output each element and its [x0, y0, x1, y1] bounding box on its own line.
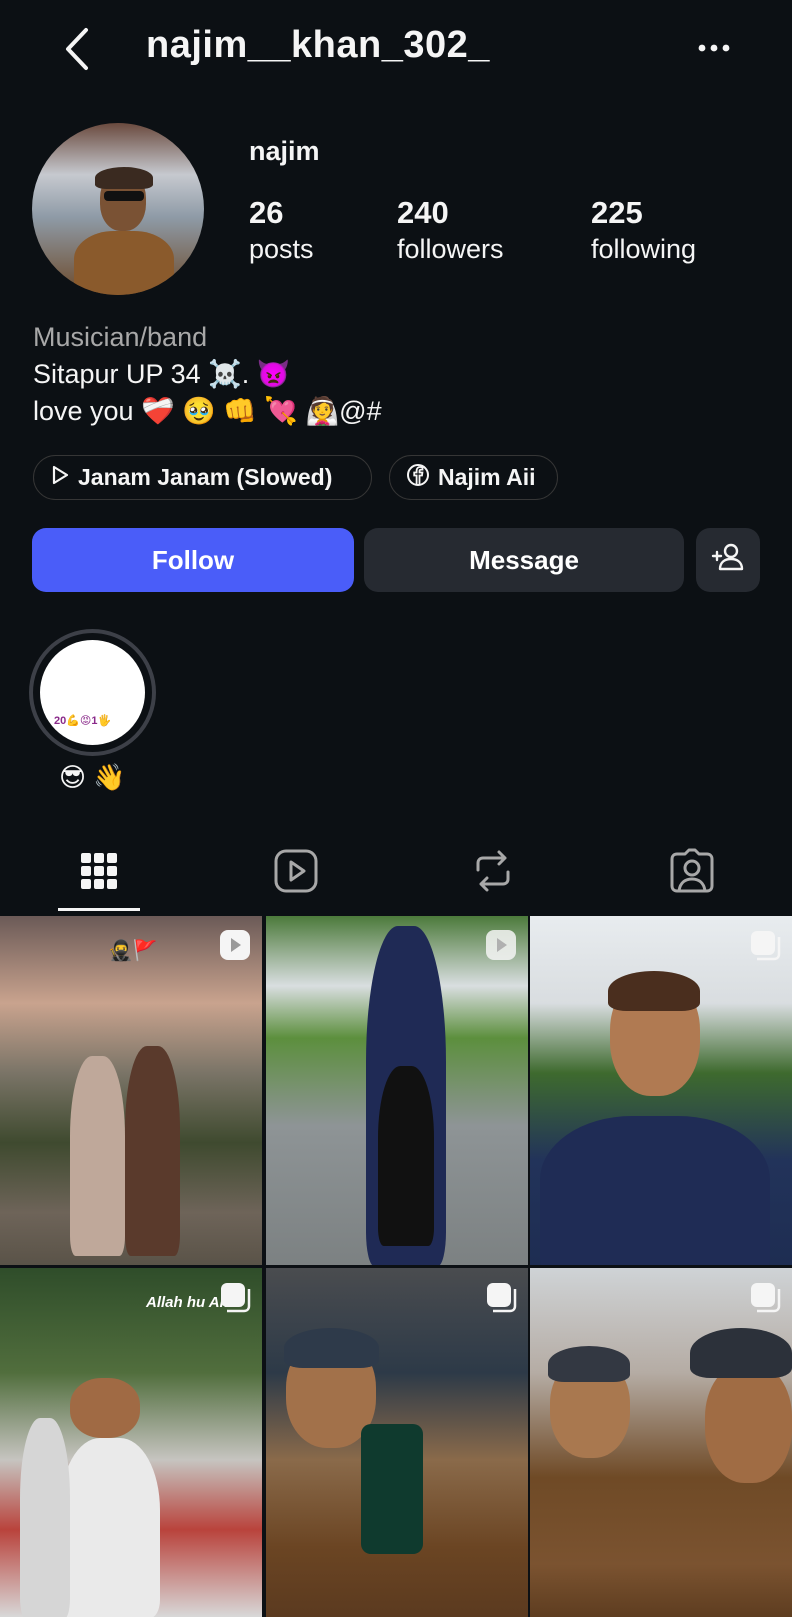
reels-icon[interactable]: [271, 846, 321, 896]
more-options-icon[interactable]: [696, 36, 732, 60]
reel-badge-icon: [484, 928, 518, 962]
following-count[interactable]: 225: [591, 195, 643, 231]
post-thumbnail[interactable]: [530, 1268, 792, 1617]
profile-avatar[interactable]: [32, 123, 204, 295]
post-overlay-text: Allah hu Ak: [146, 1294, 228, 1311]
music-chip[interactable]: Janam Janam (Slowed): [33, 455, 372, 500]
highlight-cover: 20💪😡1🖐: [40, 640, 145, 745]
back-icon[interactable]: [58, 26, 98, 72]
facebook-icon: [406, 463, 430, 493]
username-title: najim__khan_302_: [146, 24, 490, 66]
active-tab-indicator: [58, 908, 140, 911]
facebook-chip[interactable]: Najim Aii: [389, 455, 558, 500]
full-name: najim: [249, 136, 320, 166]
carousel-badge-icon: [748, 928, 782, 962]
carousel-badge-icon: [484, 1280, 518, 1314]
post-thumbnail[interactable]: [266, 916, 528, 1265]
carousel-badge-icon: [748, 1280, 782, 1314]
posts-label[interactable]: posts: [249, 234, 314, 265]
posts-count[interactable]: 26: [249, 195, 283, 231]
music-title: Janam Janam (Slowed): [78, 464, 333, 490]
bio-line: Sitapur UP 34 ☠️. 👿: [33, 359, 291, 389]
followers-count[interactable]: 240: [397, 195, 449, 231]
suggested-users-button[interactable]: [696, 528, 760, 592]
post-overlay-text: 🥷🚩: [108, 940, 158, 962]
followers-label[interactable]: followers: [397, 234, 504, 265]
post-thumbnail[interactable]: Allah hu Ak: [0, 1268, 262, 1617]
post-thumbnail[interactable]: 🥷🚩: [0, 916, 262, 1265]
carousel-badge-icon: [218, 1280, 252, 1314]
tagged-icon[interactable]: [667, 846, 717, 896]
highlight-label: 😎 👋: [59, 762, 126, 792]
play-icon: [50, 464, 70, 492]
profile-category: Musician/band: [33, 322, 208, 352]
following-label[interactable]: following: [591, 234, 696, 265]
reposts-icon[interactable]: [468, 846, 518, 896]
message-button[interactable]: Message: [364, 528, 684, 592]
bio-line: love you ❤️‍🩹 🥹 👊 💘 👰@#: [33, 396, 382, 426]
post-thumbnail[interactable]: [530, 916, 792, 1265]
follow-button[interactable]: Follow: [32, 528, 354, 592]
highlight-cover-text: 20💪😡1🖐: [54, 715, 112, 727]
facebook-name: Najim Aii: [438, 464, 536, 490]
post-thumbnail[interactable]: [266, 1268, 528, 1617]
grid-icon[interactable]: [74, 846, 124, 896]
add-user-icon: [711, 542, 745, 579]
reel-badge-icon: [218, 928, 252, 962]
story-highlight[interactable]: 20💪😡1🖐: [29, 629, 156, 756]
